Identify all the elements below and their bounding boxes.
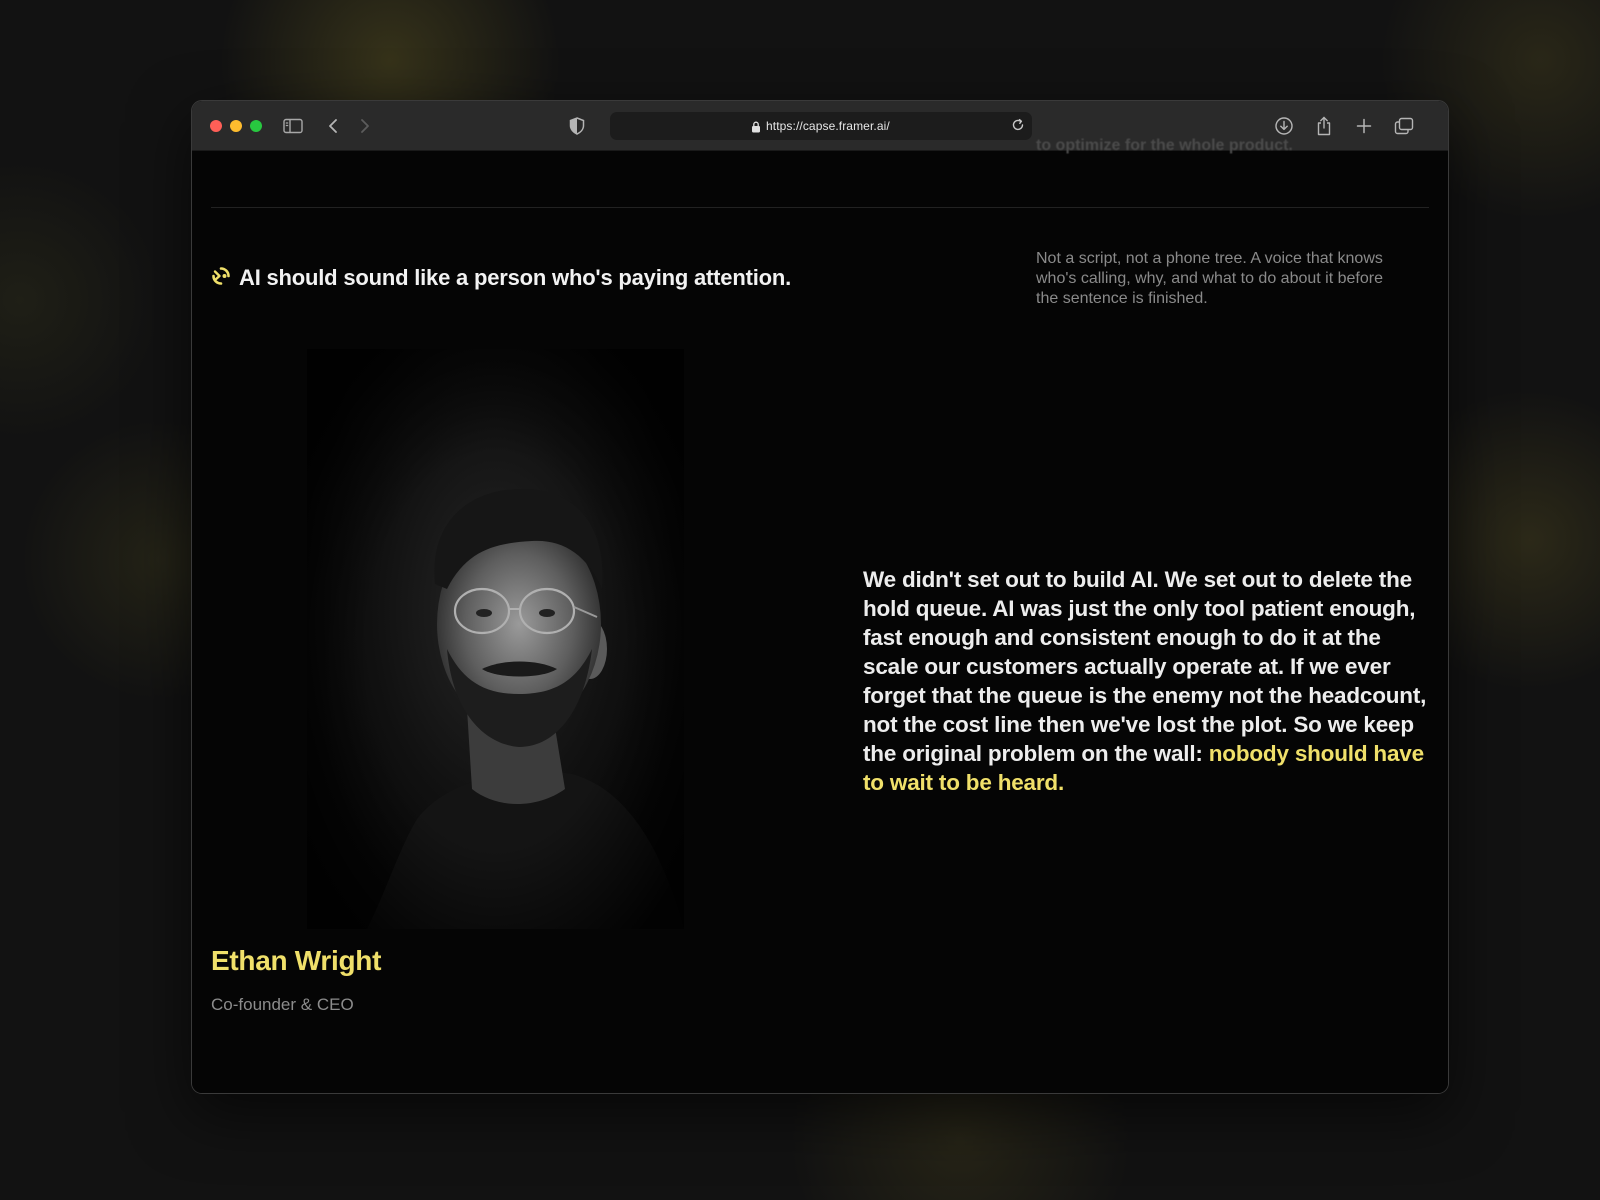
section-heading: AI should sound like a person who's payi… [239,265,792,290]
tabs-overview-icon[interactable] [1392,114,1416,138]
section-heading-row: AI should sound like a person who's payi… [211,265,791,291]
founder-portrait [307,349,684,929]
browser-window: https://capse.framer.ai/ to optimize for… [191,100,1449,1094]
url-text: https://capse.framer.ai/ [766,119,890,133]
download-icon[interactable] [1272,114,1296,138]
plus-icon[interactable] [1352,114,1376,138]
page-content: to optimize for the whole product. AI sh… [192,137,1448,1093]
section-side-note: Not a script, not a phone tree. A voice … [1036,250,1383,307]
previous-section-text: to optimize for the whole product. [1036,137,1293,154]
sidebar-icon[interactable] [281,114,305,138]
quote-text: We didn't set out to build AI. We set ou… [863,567,1427,766]
share-icon[interactable] [1312,114,1336,138]
founder-role: Co-founder & CEO [211,995,354,1014]
zoom-window-button[interactable] [250,120,262,132]
founder-name: Ethan Wright [211,945,382,976]
lock-icon [751,120,761,138]
chevron-right-icon[interactable] [353,114,377,138]
capse-logo-icon [211,266,231,291]
section-divider [211,207,1429,208]
minimize-window-button[interactable] [230,120,242,132]
founder-quote: We didn't set out to build AI. We set ou… [863,565,1437,797]
reload-icon[interactable] [1010,117,1026,138]
shield-icon[interactable] [565,114,589,138]
close-window-button[interactable] [210,120,222,132]
chevron-left-icon[interactable] [321,114,345,138]
address-bar[interactable]: https://capse.framer.ai/ [610,112,1032,140]
